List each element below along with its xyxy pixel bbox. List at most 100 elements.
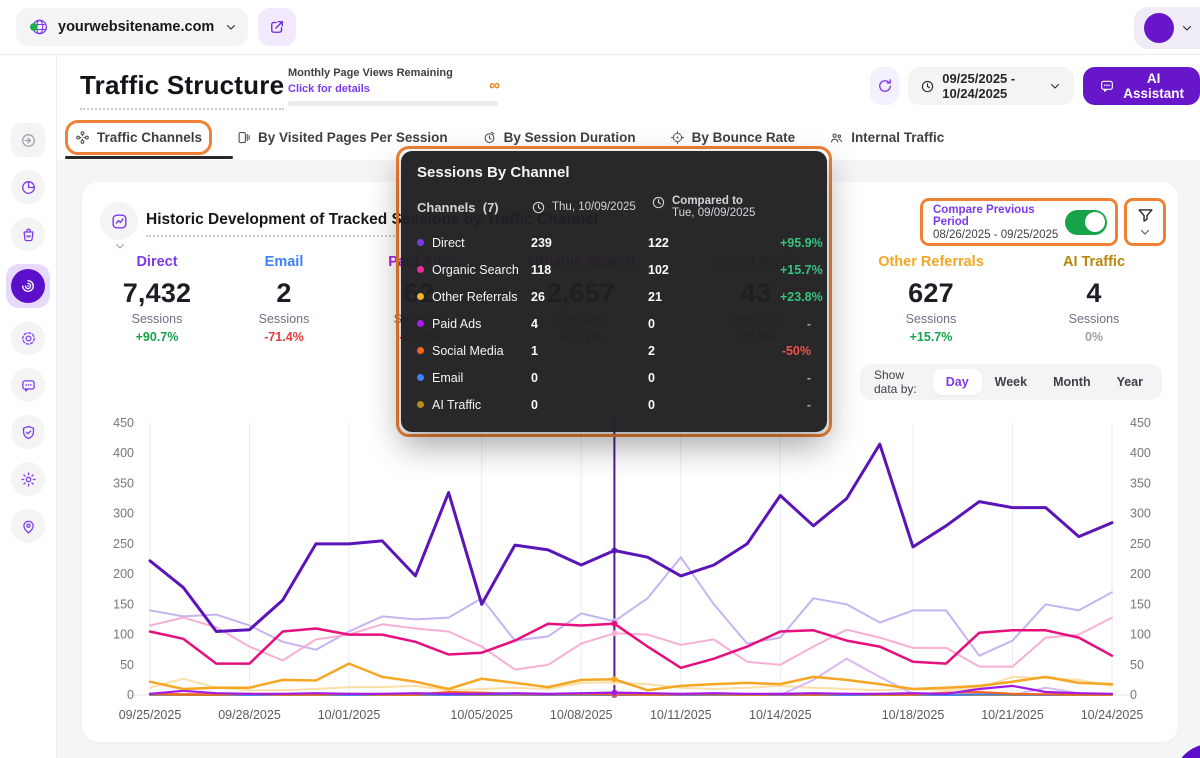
compare-previous-period: Compare Previous Period 08/26/2025 - 09/… <box>923 201 1115 243</box>
y-axis-right: 050100150200250300350400450 <box>1130 416 1151 702</box>
date-range-value: 09/25/2025 - 10/24/2025 <box>942 71 1041 101</box>
sidebar-item-radar[interactable] <box>6 264 50 308</box>
filter-button[interactable] <box>1127 201 1163 243</box>
chart-type-button[interactable] <box>100 202 138 240</box>
clock-icon <box>531 200 546 215</box>
svg-text:09/25/2025: 09/25/2025 <box>119 708 182 722</box>
app-root: yourwebsitename.com Traffic Structure Mo… <box>0 0 1200 758</box>
svg-text:250: 250 <box>113 537 134 551</box>
tab-label: By Bounce Rate <box>692 130 796 145</box>
sidebar-item-location-pin[interactable] <box>11 509 45 543</box>
series-direct-previous- <box>150 557 1112 656</box>
granularity-year[interactable]: Year <box>1104 369 1156 395</box>
compare-label: Compare Previous Period <box>933 204 1065 228</box>
compare-range: 08/26/2025 - 09/25/2025 <box>933 229 1065 241</box>
globe-icon <box>28 17 48 37</box>
tooltip-channel-name: AI Traffic <box>417 398 531 412</box>
tooltip-header: Channels (7) Thu, 10/09/2025 Compared to… <box>417 195 811 219</box>
series-direct <box>150 444 1112 631</box>
sidebar-item-gear[interactable] <box>11 462 45 496</box>
tooltip-channel-name: Other Referrals <box>417 290 531 304</box>
ai-assistant-button[interactable]: AI Assistant <box>1083 67 1200 105</box>
tooltip-row-social-media: Social Media12-50% <box>417 337 811 364</box>
sidebar-item-chat-dots[interactable] <box>11 368 45 402</box>
channel-color-dot <box>417 239 424 246</box>
tab-traffic-channels[interactable]: Traffic Channels <box>75 130 202 145</box>
sidebar-item-collapse-arrow[interactable] <box>11 123 45 157</box>
pages-icon <box>236 130 251 145</box>
tooltip-current-value: 0 <box>531 398 648 412</box>
page-header: Traffic Structure Monthly Page Views Rem… <box>57 55 1200 160</box>
tooltip-current-value: 118 <box>531 263 648 277</box>
bounce-rate-icon <box>670 130 685 145</box>
chat-dots-icon <box>20 377 37 394</box>
svg-text:250: 250 <box>1130 537 1151 551</box>
shopping-bag-icon <box>20 226 37 243</box>
avatar <box>1144 13 1174 43</box>
tooltip-row-direct: Direct239122+95.9% <box>417 229 811 256</box>
share-nodes-icon <box>75 130 90 145</box>
sidebar-item-pie-chart[interactable] <box>11 170 45 204</box>
website-selector[interactable]: yourwebsitename.com <box>16 8 248 46</box>
tooltip-rows: Direct239122+95.9%Organic Search118102+1… <box>417 229 811 418</box>
tooltip-previous-value: 122 <box>648 236 780 250</box>
svg-text:300: 300 <box>1130 507 1151 521</box>
svg-text:10/14/2025: 10/14/2025 <box>749 708 812 722</box>
granularity-month[interactable]: Month <box>1040 369 1103 395</box>
granularity-day[interactable]: Day <box>933 369 982 395</box>
tooltip-previous-value: 0 <box>648 398 780 412</box>
tab-by-session-duration[interactable]: By Session Duration <box>482 130 636 145</box>
channel-color-dot <box>417 374 424 381</box>
svg-text:350: 350 <box>1130 476 1151 490</box>
stat-change: 0% <box>1009 330 1179 344</box>
tooltip-current-value: 26 <box>531 290 648 304</box>
funnel-icon <box>1136 206 1155 225</box>
active-tab-underline <box>65 156 233 159</box>
tooltip-row-paid-ads: Paid Ads40- <box>417 310 811 337</box>
monthly-details-link[interactable]: Click for details <box>288 83 370 95</box>
sessions-line-chart[interactable]: 0501001502002503003504004500501001502002… <box>82 405 1178 735</box>
chevron-down-icon <box>1180 21 1194 35</box>
y-axis-left: 050100150200250300350400450 <box>113 416 134 702</box>
stat-other-referrals: Other Referrals627Sessions+15.7% <box>846 254 1016 344</box>
chevron-down-icon <box>1048 79 1062 93</box>
tab-by-visited-pages-per-session[interactable]: By Visited Pages Per Session <box>236 130 448 145</box>
tooltip-change: +15.7% <box>780 263 823 277</box>
tooltip-row-other-referrals: Other Referrals2621+23.8% <box>417 283 811 310</box>
chevron-down-icon <box>113 239 127 253</box>
open-website-button[interactable] <box>258 8 296 46</box>
tooltip-channel-name: Direct <box>417 236 531 250</box>
stat-ai-traffic: AI Traffic4Sessions0% <box>1009 254 1179 344</box>
compare-annotation-box: Compare Previous Period 08/26/2025 - 09/… <box>920 198 1118 246</box>
sidebar-item-shopping-bag[interactable] <box>11 217 45 251</box>
svg-text:10/24/2025: 10/24/2025 <box>1081 708 1144 722</box>
chart-tooltip: Sessions By Channel Channels (7) Thu, 10… <box>401 151 827 432</box>
sidebar-item-shield-check[interactable] <box>11 415 45 449</box>
website-name: yourwebsitename.com <box>58 19 214 35</box>
tooltip-compared-date: Compared toTue, 09/09/2025 <box>651 195 811 219</box>
chat-icon <box>1099 78 1115 94</box>
tooltip-change: +23.8% <box>780 290 823 304</box>
compare-toggle[interactable] <box>1065 210 1107 235</box>
tab-internal-traffic[interactable]: Internal Traffic <box>829 130 944 145</box>
svg-text:450: 450 <box>1130 416 1151 430</box>
refresh-button[interactable] <box>870 67 899 105</box>
show-data-options: DayWeekMonthYear <box>933 373 1156 391</box>
sidebar-item-focus-target[interactable] <box>11 321 45 355</box>
tooltip-channel-name: Social Media <box>417 344 531 358</box>
tooltip-current-value: 0 <box>531 371 648 385</box>
granularity-week[interactable]: Week <box>982 369 1040 395</box>
date-range-picker[interactable]: 09/25/2025 - 10/24/2025 <box>908 67 1074 105</box>
svg-text:10/08/2025: 10/08/2025 <box>550 708 613 722</box>
series-other-referrals <box>150 664 1112 691</box>
tooltip-previous-value: 0 <box>648 317 780 331</box>
clock-icon <box>920 79 935 94</box>
tooltip-annotation-box: Sessions By Channel Channels (7) Thu, 10… <box>396 146 832 437</box>
tab-by-bounce-rate[interactable]: By Bounce Rate <box>670 130 796 145</box>
svg-text:10/05/2025: 10/05/2025 <box>450 708 513 722</box>
hover-marker <box>611 417 617 698</box>
header-actions: 09/25/2025 - 10/24/2025 AI Assistant <box>870 67 1200 105</box>
account-menu[interactable] <box>1134 7 1200 49</box>
stat-unit: Sessions <box>1009 312 1179 326</box>
clock-icon <box>651 195 666 210</box>
